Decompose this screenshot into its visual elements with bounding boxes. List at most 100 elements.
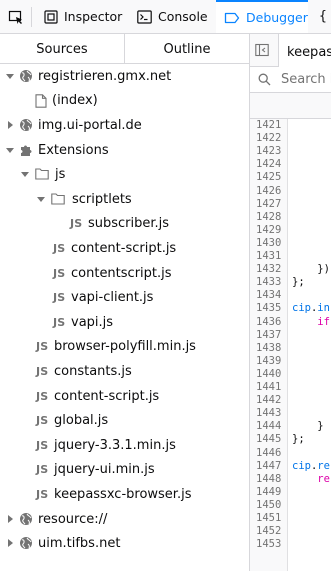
line-number[interactable]: 1421 (256, 119, 286, 132)
tree-item-resource[interactable]: resource:// (0, 507, 249, 532)
line-number[interactable]: 1428 (256, 211, 286, 224)
tree-item-label: resource:// (38, 511, 108, 527)
tab-sources[interactable]: Sources (0, 34, 124, 64)
line-number[interactable]: 1444 (256, 420, 286, 433)
js-icon: JS (70, 217, 83, 231)
chevron-down-icon[interactable] (6, 146, 14, 154)
line-number[interactable]: 1433 (256, 276, 286, 289)
editor-subbar (250, 93, 331, 119)
tree-item-extensions[interactable]: Extensions (0, 138, 249, 163)
chevron-right-icon[interactable] (6, 514, 14, 523)
tree-item-browser-polyfill-js[interactable]: JS browser-polyfill.min.js (0, 335, 249, 360)
tree-item-keepassxc-browser-js[interactable]: JS keepassxc-browser.js (0, 482, 249, 507)
line-number[interactable]: 1445 (256, 433, 286, 446)
chevron-down-icon[interactable] (6, 72, 14, 80)
tree-item-label: contentscript.js (71, 265, 172, 281)
tree-item-vapi-client-js[interactable]: JS vapi-client.js (0, 285, 249, 310)
line-number[interactable]: 1452 (256, 525, 286, 538)
line-number[interactable]: 1441 (256, 381, 286, 394)
line-number[interactable]: 1423 (256, 145, 286, 158)
code-line: 1429 (250, 224, 331, 237)
tree-item-content-script-js-2[interactable]: JS content-script.js (0, 384, 249, 409)
line-number[interactable]: 1451 (256, 512, 286, 525)
line-number[interactable]: 1431 (256, 250, 286, 263)
line-number[interactable]: 1438 (256, 342, 286, 355)
tree-item-constants-js[interactable]: JS constants.js (0, 359, 249, 384)
tree-item-vapi-js[interactable]: JS vapi.js (0, 310, 249, 335)
tree-item-content-script-js[interactable]: JS content-script.js (0, 236, 249, 261)
line-number[interactable]: 1453 (256, 538, 286, 551)
tab-outline[interactable]: Outline (125, 34, 249, 64)
line-number[interactable]: 1442 (256, 394, 286, 407)
code-text: }; (292, 433, 305, 446)
tree-item-jquery-ui-js[interactable]: JS jquery-ui.min.js (0, 458, 249, 483)
code-line: 1428 (250, 211, 331, 224)
code-line: 1448 re (250, 473, 331, 486)
collapse-sources-icon[interactable] (255, 42, 271, 58)
chevron-down-icon[interactable] (21, 170, 29, 178)
tab-inspector[interactable]: Inspector (44, 0, 122, 33)
chevron-right-icon[interactable] (6, 539, 14, 548)
search-placeholder: Search i (281, 72, 331, 87)
line-number[interactable]: 1430 (256, 237, 286, 250)
line-number[interactable]: 1440 (256, 368, 286, 381)
code-line: 1431 (250, 250, 331, 263)
line-number[interactable]: 1429 (256, 224, 286, 237)
line-number[interactable]: 1432 (256, 263, 286, 276)
code-text: }) (292, 263, 330, 276)
code-line: 1443 (250, 407, 331, 420)
tree-item-uim-tifbs-net[interactable]: uim.tifbs.net (0, 531, 249, 556)
code-line: 1439 (250, 355, 331, 368)
line-number[interactable]: 1424 (256, 158, 286, 171)
code-text: } (292, 420, 324, 433)
line-number[interactable]: 1443 (256, 407, 286, 420)
tree-item-label: vapi-client.js (71, 290, 154, 306)
tree-item-img-ui-portal-de[interactable]: img.ui-portal.de (0, 113, 249, 138)
line-number[interactable]: 1437 (256, 329, 286, 342)
tree-item-subscriber-js[interactable]: JS subscriber.js (0, 212, 249, 237)
console-icon (137, 9, 152, 24)
js-icon: JS (53, 266, 66, 280)
tab-console[interactable]: Console (137, 0, 208, 33)
element-picker-button[interactable] (6, 0, 26, 33)
line-number[interactable]: 1449 (256, 486, 286, 499)
line-number[interactable]: 1447 (256, 460, 286, 473)
tree-item-label: jquery-ui.min.js (54, 462, 155, 478)
editor-file-tab[interactable]: keepas (278, 34, 331, 67)
js-icon: JS (36, 414, 49, 428)
line-number[interactable]: 1448 (256, 473, 286, 486)
editor-search[interactable]: Search i (250, 67, 331, 93)
tree-item-jquery-js[interactable]: JS jquery-3.3.1.min.js (0, 433, 249, 458)
editor-panel: keepas Search i 1421 1422 1423 1424 1425 1426… (250, 34, 331, 571)
style-editor-icon: { (319, 9, 327, 24)
tree-item-scriptlets-folder[interactable]: scriptlets (0, 187, 249, 212)
line-number[interactable]: 1426 (256, 185, 286, 198)
extension-icon (18, 142, 34, 158)
code-line: 1435 cip.in (250, 302, 331, 315)
line-number[interactable]: 1450 (256, 499, 286, 512)
code-line: 1450 (250, 499, 331, 512)
line-number[interactable]: 1425 (256, 171, 286, 184)
line-number[interactable]: 1436 (256, 316, 286, 329)
line-number[interactable]: 1435 (256, 302, 286, 315)
chevron-down-icon[interactable] (37, 195, 45, 203)
tab-style-editor[interactable]: { (319, 0, 327, 33)
tree-item-js-folder[interactable]: js (0, 162, 249, 187)
js-icon: JS (53, 315, 66, 329)
line-number[interactable]: 1446 (256, 447, 286, 460)
line-number[interactable]: 1439 (256, 355, 286, 368)
line-number[interactable]: 1422 (256, 132, 286, 145)
tree-item-global-js[interactable]: JS global.js (0, 408, 249, 433)
tree-item-contentscript-js[interactable]: JS contentscript.js (0, 261, 249, 286)
tree-item-index[interactable]: (index) (0, 89, 249, 114)
chevron-right-icon[interactable] (6, 121, 14, 130)
code-line: 1440 (250, 368, 331, 381)
code-line: 1444 } (250, 420, 331, 433)
search-icon (258, 73, 271, 90)
code-line: 1427 (250, 198, 331, 211)
line-number[interactable]: 1434 (256, 289, 286, 302)
tab-debugger[interactable]: Debugger (216, 0, 308, 33)
line-number[interactable]: 1427 (256, 198, 286, 211)
code-text: cip.re (292, 459, 330, 472)
tree-item-registrieren-gmx-net[interactable]: registrieren.gmx.net (0, 64, 249, 89)
